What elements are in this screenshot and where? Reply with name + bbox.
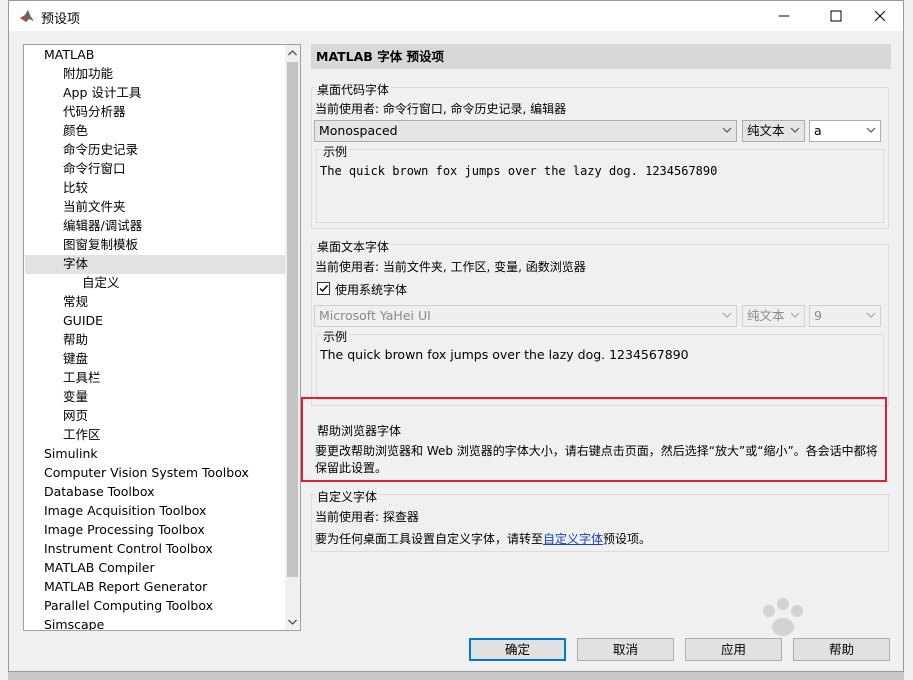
scroll-up-button[interactable] [285,45,300,61]
code-font-used-by: 当前使用者: 命令行窗口, 命令历史记录, 编辑器 [315,102,567,116]
code-font-title: 桌面代码字体 [315,81,392,98]
tree-item[interactable]: Simulink [44,444,98,463]
help-font-desc-line2: 保留此设置。 [315,461,388,475]
preferences-dialog: 预设项 MATLAB 附加功能 App 设计工具 代码分析器 颜色 命令历史记录 命令行窗口… [8,0,904,672]
text-font-sample-box [316,334,884,400]
text-font-size-select[interactable]: 9 [809,305,881,327]
scroll-down-button[interactable] [285,614,300,630]
panel-title: MATLAB 字体 预设项 [311,44,891,69]
tree-item[interactable]: 帮助 [63,330,88,349]
code-font-sample-box [316,149,884,223]
tree-item[interactable]: 代码分析器 [63,102,126,121]
tree-item[interactable]: 命令历史记录 [63,140,138,159]
chevron-down-icon [722,312,732,318]
code-font-sample-title: 示例 [321,143,350,160]
maximize-icon [830,10,842,22]
chevron-down-icon [288,619,297,625]
text-font-name-value: Microsoft YaHei UI [319,308,431,323]
tree-item[interactable]: 当前文件夹 [63,197,126,216]
tree-item[interactable]: Simscape [44,615,104,630]
chevron-down-icon [790,127,800,133]
tree-item[interactable]: 工作区 [63,425,101,444]
tree-item[interactable]: 自定义 [82,273,120,292]
text-font-style-value: 纯文本 [747,308,785,323]
minimize-button[interactable] [761,1,807,31]
tree-item[interactable]: Database Toolbox [44,482,155,501]
tree-item[interactable]: 网页 [63,406,88,425]
tree-item[interactable]: MATLAB [44,45,94,64]
background-window-left [0,0,8,680]
chevron-down-icon [722,127,732,133]
tree-item[interactable]: 附加功能 [63,64,113,83]
window-title: 预设项 [41,12,81,27]
code-font-sample-text: The quick brown fox jumps over the lazy … [320,164,718,178]
tree-item[interactable]: MATLAB Compiler [44,558,155,577]
custom-font-link[interactable]: 自定义字体 [543,532,603,546]
chevron-down-icon [866,312,876,318]
ok-button[interactable]: 确定 [469,638,566,661]
matlab-logo-icon [20,10,34,22]
highlight-annotation-box [301,397,887,482]
code-font-size-value: a [814,123,822,138]
code-font-style-value: 纯文本 [747,123,785,138]
tree-item[interactable]: 变量 [63,387,88,406]
text-font-name-select[interactable]: Microsoft YaHei UI [314,305,737,327]
custom-font-desc-after: 预设项。 [603,532,652,546]
watermark-logo-icon [763,598,803,636]
chevron-up-icon [288,50,297,56]
code-font-style-select[interactable]: 纯文本 [742,120,805,142]
use-system-font-checkbox[interactable] [317,282,330,295]
tree-item[interactable]: Computer Vision System Toolbox [44,463,249,482]
tree-item[interactable]: 颜色 [63,121,88,140]
tree-scrollbar[interactable] [285,45,300,630]
tree-item[interactable]: Instrument Control Toolbox [44,539,213,558]
chevron-down-icon [790,312,800,318]
text-font-style-select[interactable]: 纯文本 [742,305,805,327]
text-font-used-by: 当前使用者: 当前文件夹, 工作区, 变量, 函数浏览器 [315,260,586,274]
text-font-size-value: 9 [814,308,822,323]
close-button[interactable] [857,1,903,31]
preferences-tree[interactable]: MATLAB 附加功能 App 设计工具 代码分析器 颜色 命令历史记录 命令行窗口 比较 当前… [23,44,301,631]
minimize-icon [779,15,789,17]
close-icon [874,10,886,22]
tree-item[interactable]: App 设计工具 [63,83,141,102]
scrollbar-thumb[interactable] [287,62,298,577]
tree-item[interactable]: 工具栏 [63,368,101,387]
background-window-right [904,0,913,680]
text-font-title: 桌面文本字体 [315,238,392,255]
checkmark-icon [319,285,329,293]
tree-item[interactable]: 编辑器/调试器 [63,216,142,235]
custom-font-used-by: 当前使用者: 探查器 [315,510,419,524]
tree-item[interactable]: 键盘 [63,349,88,368]
tree-item[interactable]: Image Acquisition Toolbox [44,501,206,520]
tree-item[interactable]: 图窗复制模板 [63,235,138,254]
code-font-name-select[interactable]: Monospaced [314,120,737,142]
use-system-font-label: 使用系统字体 [335,283,408,297]
code-font-name-value: Monospaced [319,123,398,138]
tree-item[interactable]: 比较 [63,178,88,197]
code-font-size-select[interactable]: a [809,120,881,142]
tree-item[interactable]: GUIDE [63,311,103,330]
tree-item[interactable]: MATLAB Report Generator [44,577,207,596]
custom-font-title: 自定义字体 [315,488,380,505]
tree-item[interactable]: 命令行窗口 [63,159,126,178]
tree-item[interactable]: Parallel Computing Toolbox [44,596,213,615]
title-bar[interactable]: 预设项 [9,1,903,31]
tree-item[interactable]: 常规 [63,292,88,311]
tree-item[interactable]: 字体 [63,254,88,273]
custom-font-desc-before: 要为任何桌面工具设置自定义字体，请转至 [315,532,544,546]
custom-font-desc: 要为任何桌面工具设置自定义字体，请转至自定义字体预设项。 [315,530,651,547]
text-font-sample-title: 示例 [321,328,350,345]
help-font-title: 帮助浏览器字体 [317,424,402,438]
tree-item[interactable]: Image Processing Toolbox [44,520,205,539]
help-font-desc-line1: 要更改帮助浏览器和 Web 浏览器的字体大小，请右键点击页面，然后选择“放大”或… [315,444,878,458]
cancel-button[interactable]: 取消 [577,638,674,661]
text-font-sample-text: The quick brown fox jumps over the lazy … [320,347,689,362]
maximize-button[interactable] [813,1,859,31]
chevron-down-icon [866,127,876,133]
